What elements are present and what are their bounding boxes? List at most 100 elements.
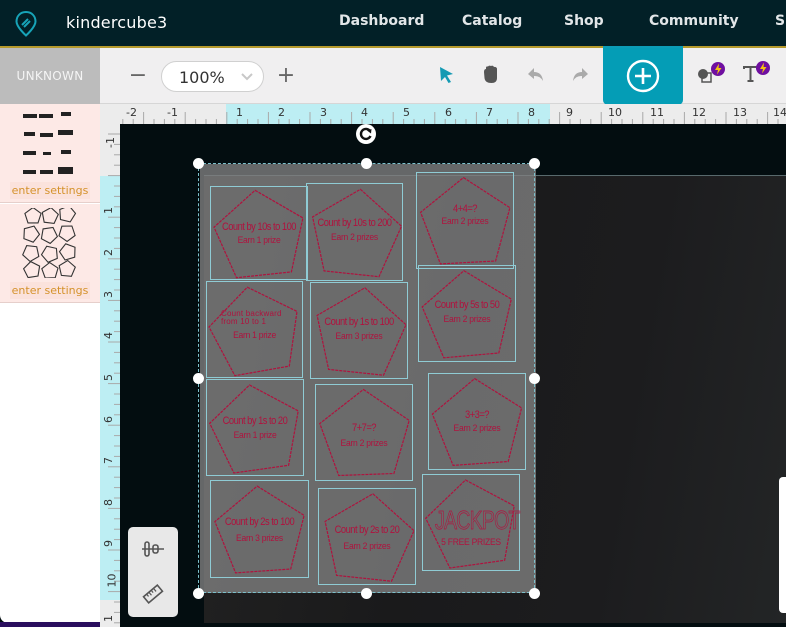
prize-tile[interactable]: JACKPOT 5 FREE PRIZES bbox=[422, 474, 521, 571]
ruler-label: 5 bbox=[102, 374, 115, 381]
pentagon-thumb-shape bbox=[59, 208, 77, 223]
tile-title: Count by 10s to 100 bbox=[221, 221, 297, 233]
ruler-label: 6 bbox=[445, 106, 452, 119]
redo-icon[interactable] bbox=[569, 64, 591, 86]
pentagon-thumb-shape bbox=[22, 245, 40, 263]
rotate-icon bbox=[359, 127, 372, 141]
pentagon-thumb-shape bbox=[41, 208, 59, 224]
tile-title: Count by 2s to 100 bbox=[224, 516, 295, 528]
prize-tile[interactable]: 4+4=? Earn 2 prizes bbox=[416, 172, 514, 269]
vertical-ruler[interactable]: -1 1 2 3 4 5 6 7 8 9 10 1 bbox=[100, 124, 120, 627]
prize-tile[interactable]: Count by 1s to 20 Earn 1 prize bbox=[206, 379, 304, 476]
tile-title: Count by 1s to 20 bbox=[222, 415, 288, 427]
enter-settings-link[interactable]: enter settings bbox=[10, 182, 90, 199]
pentagon-thumb-shape bbox=[23, 225, 41, 243]
tile-title: 7+7=? bbox=[352, 422, 376, 434]
ruler-label: 3 bbox=[320, 106, 327, 119]
pentagon-cut-path bbox=[324, 493, 415, 582]
pentagon-thumb-shape bbox=[22, 260, 41, 278]
tile-title: Count by 10s to 200 bbox=[317, 217, 392, 229]
ruler-measure-icon[interactable] bbox=[140, 581, 166, 607]
ruler-label: 3 bbox=[102, 291, 115, 298]
location-pin-logo-icon[interactable] bbox=[15, 11, 37, 37]
nav-community[interactable]: Community bbox=[649, 13, 739, 29]
resize-handle-top[interactable] bbox=[361, 158, 372, 169]
prize-tile[interactable]: 3+3=? Earn 2 prizes bbox=[428, 373, 526, 470]
design-canvas[interactable]: Count by 10s to 100 Earn 1 prize Count by … bbox=[120, 124, 786, 627]
ruler-label: 8 bbox=[102, 499, 115, 506]
prize-tile[interactable]: Count backward from 10 to 1 Earn 1 prize bbox=[206, 281, 303, 378]
ruler-label: 10 bbox=[608, 106, 622, 119]
ruler-label: -2 bbox=[126, 106, 137, 119]
layer-card-text[interactable]: enter settings bbox=[0, 104, 100, 203]
zoom-level-select[interactable]: 100% bbox=[161, 61, 264, 92]
tile-subtitle: Earn 2 prizes bbox=[340, 438, 388, 449]
right-side-panel-edge[interactable] bbox=[779, 477, 786, 613]
ruler-label: -1 bbox=[103, 137, 117, 148]
horizontal-ruler[interactable]: -2 -1 1 2 3 4 5 6 7 8 9 10 11 12 14 13 bbox=[100, 104, 786, 124]
pentagon-cut-path bbox=[208, 384, 299, 474]
tile-title: from 10 to 1 bbox=[221, 317, 267, 326]
resize-handle-bottom-left[interactable] bbox=[193, 588, 204, 599]
resize-handle-top-right[interactable] bbox=[529, 158, 540, 169]
prize-tile[interactable]: Count by 10s to 200 Earn 2 prizes bbox=[306, 183, 403, 281]
ruler-label: 5 bbox=[403, 106, 410, 119]
pentagon-thumb-shape bbox=[58, 225, 76, 243]
shapes-premium-icon[interactable] bbox=[696, 60, 728, 88]
prize-tile[interactable]: Count by 5s to 50 Earn 2 prizes bbox=[418, 265, 516, 362]
nav-dashboard[interactable]: Dashboard bbox=[339, 13, 424, 29]
enter-settings-link[interactable]: enter settings bbox=[10, 282, 90, 299]
text-layer-thumbnail bbox=[23, 112, 73, 174]
ruler-corner bbox=[100, 104, 120, 124]
hand-pan-icon[interactable] bbox=[480, 64, 502, 86]
tile-subtitle: Earn 1 prize bbox=[233, 330, 276, 341]
layer-card-pentagons[interactable]: enter settings bbox=[0, 204, 100, 303]
prize-tile[interactable]: Count by 1s to 100 Earn 3 prizes bbox=[310, 282, 408, 379]
resize-handle-top-left[interactable] bbox=[193, 158, 204, 169]
pentagon-thumb-shape bbox=[58, 259, 76, 277]
align-center-icon[interactable] bbox=[140, 536, 166, 562]
prize-tile[interactable]: Count by 10s to 100 Earn 1 prize bbox=[210, 186, 308, 280]
resize-handle-bottom-right[interactable] bbox=[529, 588, 540, 599]
prize-tile[interactable]: Count by 2s to 100 Earn 3 prizes bbox=[210, 480, 309, 578]
ruler-label: 2 bbox=[278, 106, 285, 119]
pentagon-cut-path bbox=[214, 485, 305, 574]
add-button[interactable] bbox=[603, 48, 683, 105]
pentagon-outline-icon bbox=[214, 485, 305, 574]
text-premium-icon[interactable] bbox=[741, 60, 773, 88]
ruler-label: 10 bbox=[105, 573, 119, 588]
design-space-app: kindercube3 Dashboard Catalog Shop Commu… bbox=[0, 0, 786, 627]
pentagon-outline-icon bbox=[213, 189, 304, 279]
ruler-label: 11 bbox=[650, 106, 664, 119]
prize-tile[interactable]: Count by 2s to 20 Earn 2 prizes bbox=[318, 488, 416, 585]
tile-title: 3+3=? bbox=[465, 409, 489, 421]
prize-tile[interactable]: 7+7=? Earn 2 prizes bbox=[315, 384, 413, 481]
mode-tab[interactable]: UNKNOWN bbox=[0, 48, 100, 104]
resize-handle-left[interactable] bbox=[193, 373, 204, 384]
undo-icon[interactable] bbox=[525, 64, 547, 86]
selected-artwork-group[interactable]: Count by 10s to 100 Earn 1 prize Count by … bbox=[200, 164, 536, 593]
ruler-label: 13 bbox=[733, 106, 747, 119]
top-nav: kindercube3 Dashboard Catalog Shop Commu… bbox=[0, 0, 786, 48]
resize-handle-bottom[interactable] bbox=[361, 588, 372, 599]
nav-shop[interactable]: Shop bbox=[564, 13, 604, 29]
pentagon-outline-icon bbox=[208, 384, 299, 474]
ruler-label: 2 bbox=[102, 249, 115, 256]
ruler-label: 9 bbox=[102, 540, 115, 547]
tile-subtitle: Earn 3 prizes bbox=[236, 533, 283, 544]
zoom-level-value: 100% bbox=[179, 68, 225, 87]
ruler-label: 14 bbox=[773, 106, 786, 119]
nav-support[interactable]: Su bbox=[775, 13, 786, 29]
resize-handle-right[interactable] bbox=[529, 373, 540, 384]
zoom-out-button[interactable]: − bbox=[128, 62, 148, 90]
nav-catalog[interactable]: Catalog bbox=[462, 13, 522, 29]
select-arrow-icon[interactable] bbox=[436, 64, 458, 86]
brand-name[interactable]: kindercube3 bbox=[66, 13, 167, 32]
rotate-handle[interactable] bbox=[356, 124, 376, 144]
ruler-label: -1 bbox=[167, 106, 178, 119]
ruler-label: 7 bbox=[486, 106, 493, 119]
tile-title: Count by 1s to 100 bbox=[324, 316, 394, 328]
ruler-label: 4 bbox=[361, 106, 368, 119]
zoom-in-button[interactable]: + bbox=[276, 62, 296, 90]
tile-subtitle: Earn 2 prizes bbox=[343, 541, 391, 552]
